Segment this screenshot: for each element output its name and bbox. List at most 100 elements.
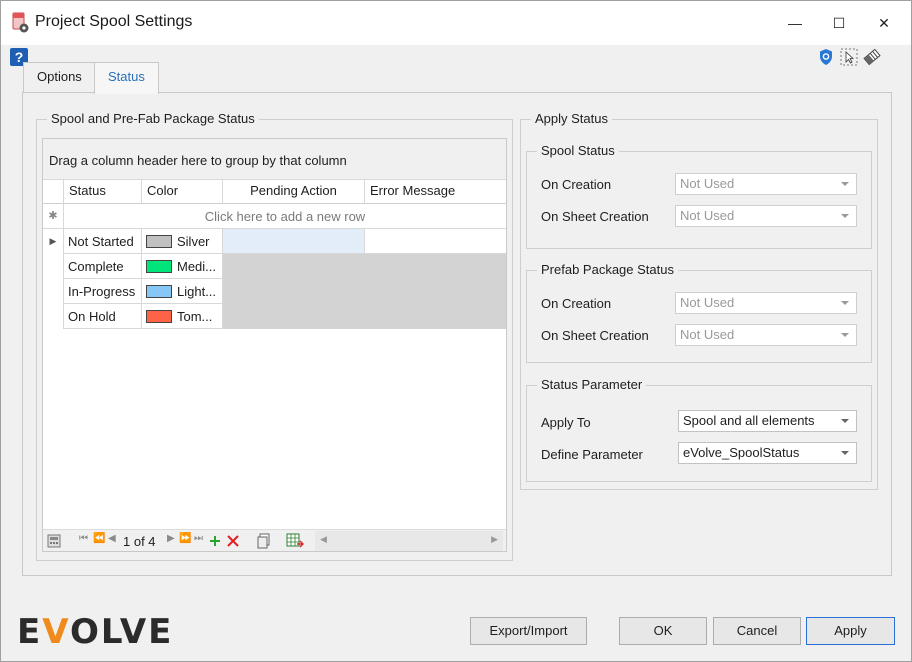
- color-cell[interactable]: Tom...: [142, 304, 223, 329]
- tab-status[interactable]: Status: [94, 62, 159, 94]
- title-bar: Project Spool Settings — ☐ ✕: [1, 1, 911, 45]
- column-header-status[interactable]: Status: [64, 180, 142, 204]
- color-name: Light...: [177, 284, 217, 299]
- color-cell[interactable]: Silver: [142, 229, 223, 254]
- new-row[interactable]: ✱ Click here to add a new row: [43, 204, 506, 229]
- column-header-pending-action[interactable]: Pending Action: [223, 180, 365, 204]
- pending-action-cell: [223, 304, 365, 329]
- cancel-button[interactable]: Cancel: [713, 617, 801, 645]
- minimize-button[interactable]: —: [772, 1, 818, 45]
- new-row-icon: ✱: [43, 204, 64, 229]
- previous-record-icon[interactable]: ◀: [108, 533, 116, 544]
- spool-on-sheet-creation-label: On Sheet Creation: [541, 209, 649, 224]
- define-parameter-select[interactable]: eVolve_SpoolStatus: [678, 442, 857, 464]
- define-parameter-label: Define Parameter: [541, 447, 643, 462]
- export-import-button[interactable]: Export/Import: [470, 617, 587, 645]
- tab-options[interactable]: Options: [23, 62, 95, 93]
- last-page-icon[interactable]: ⏭: [194, 533, 203, 544]
- scroll-left-icon[interactable]: ◀: [320, 534, 327, 545]
- color-name: Silver: [177, 234, 210, 249]
- grid-header: Status Color Pending Action Error Messag…: [43, 180, 506, 204]
- color-cell[interactable]: Medi...: [142, 254, 223, 279]
- select-cursor-icon[interactable]: [840, 48, 858, 66]
- export-excel-icon[interactable]: [286, 533, 304, 549]
- select-value: Not Used: [680, 327, 735, 342]
- select-value: eVolve_SpoolStatus: [683, 445, 800, 460]
- evolve-logo: EVOLVE: [17, 612, 173, 652]
- prefab-package-status-group: Prefab Package Status: [526, 262, 872, 363]
- group-title: Spool and Pre-Fab Package Status: [47, 111, 259, 126]
- status-cell[interactable]: Not Started: [64, 229, 142, 254]
- prefab-on-creation-select: Not Used: [675, 292, 857, 314]
- error-message-cell: [365, 304, 506, 329]
- color-name: Medi...: [177, 259, 217, 274]
- table-row[interactable]: On Hold Tom...: [43, 304, 506, 329]
- calculator-icon[interactable]: [47, 534, 61, 548]
- chevron-down-icon: [841, 301, 849, 305]
- delete-row-icon[interactable]: [227, 535, 239, 547]
- prefab-on-sheet-creation-label: On Sheet Creation: [541, 328, 649, 343]
- status-parameter-group: Status Parameter: [526, 377, 872, 482]
- column-header-error-message[interactable]: Error Message: [365, 180, 506, 204]
- pending-action-cell[interactable]: [223, 229, 365, 254]
- group-by-panel[interactable]: Drag a column header here to group by th…: [43, 139, 506, 180]
- status-cell[interactable]: Complete: [64, 254, 142, 279]
- copy-icon[interactable]: [256, 533, 272, 549]
- color-swatch: [146, 285, 172, 298]
- prefab-on-sheet-creation-select: Not Used: [675, 324, 857, 346]
- chevron-down-icon: [841, 451, 849, 455]
- chevron-down-icon: [841, 333, 849, 337]
- group-title: Spool Status: [537, 143, 619, 158]
- apply-button[interactable]: Apply: [806, 617, 895, 645]
- row-indicator: [43, 254, 64, 279]
- prefab-on-creation-label: On Creation: [541, 296, 612, 311]
- group-by-hint: Drag a column header here to group by th…: [49, 153, 347, 168]
- spool-on-sheet-creation-select: Not Used: [675, 205, 857, 227]
- current-row-arrow-icon: ▶: [43, 229, 64, 254]
- row-indicator: [43, 304, 64, 329]
- add-row-icon[interactable]: [209, 535, 221, 547]
- next-page-icon[interactable]: ⏩: [179, 533, 191, 544]
- status-cell[interactable]: On Hold: [64, 304, 142, 329]
- app-icon: [12, 12, 29, 33]
- scroll-right-icon[interactable]: ▶: [491, 534, 498, 545]
- new-row-prompt[interactable]: Click here to add a new row: [64, 204, 506, 229]
- logo-letter-e: E: [17, 612, 43, 652]
- pending-action-cell: [223, 254, 365, 279]
- first-page-icon[interactable]: ⏮: [79, 533, 88, 544]
- previous-page-icon[interactable]: ⏪: [93, 533, 105, 544]
- group-title: Prefab Package Status: [537, 262, 678, 277]
- window-title: Project Spool Settings: [35, 13, 193, 30]
- shield-icon[interactable]: [818, 48, 834, 66]
- table-row[interactable]: ▶ Not Started Silver: [43, 229, 506, 254]
- close-button[interactable]: ✕: [861, 1, 907, 45]
- ok-button[interactable]: OK: [619, 617, 707, 645]
- table-row[interactable]: In-Progress Light...: [43, 279, 506, 304]
- color-cell[interactable]: Light...: [142, 279, 223, 304]
- record-counter: 1 of 4: [123, 534, 156, 549]
- header-indicator: [43, 180, 64, 204]
- table-row[interactable]: Complete Medi...: [43, 254, 506, 279]
- spool-on-creation-label: On Creation: [541, 177, 612, 192]
- error-message-cell: [365, 279, 506, 304]
- status-cell[interactable]: In-Progress: [64, 279, 142, 304]
- logo-rest: OLVE: [69, 612, 174, 652]
- row-indicator: [43, 279, 64, 304]
- chevron-down-icon: [841, 214, 849, 218]
- select-value: Not Used: [680, 295, 735, 310]
- error-message-cell: [365, 254, 506, 279]
- chevron-down-icon: [841, 182, 849, 186]
- error-message-cell[interactable]: [365, 229, 506, 254]
- chevron-down-icon: [841, 419, 849, 423]
- spool-status-group: Spool Status: [526, 143, 872, 249]
- next-record-icon[interactable]: ▶: [167, 533, 175, 544]
- status-grid: Drag a column header here to group by th…: [42, 138, 507, 552]
- select-value: Not Used: [680, 208, 735, 223]
- pending-action-cell: [223, 279, 365, 304]
- maximize-button[interactable]: ☐: [816, 1, 862, 45]
- eraser-icon[interactable]: [863, 48, 881, 66]
- column-header-color[interactable]: Color: [142, 180, 223, 204]
- color-name: Tom...: [177, 309, 213, 324]
- horizontal-scrollbar[interactable]: ◀ ▶: [315, 531, 503, 551]
- apply-to-select[interactable]: Spool and all elements: [678, 410, 857, 432]
